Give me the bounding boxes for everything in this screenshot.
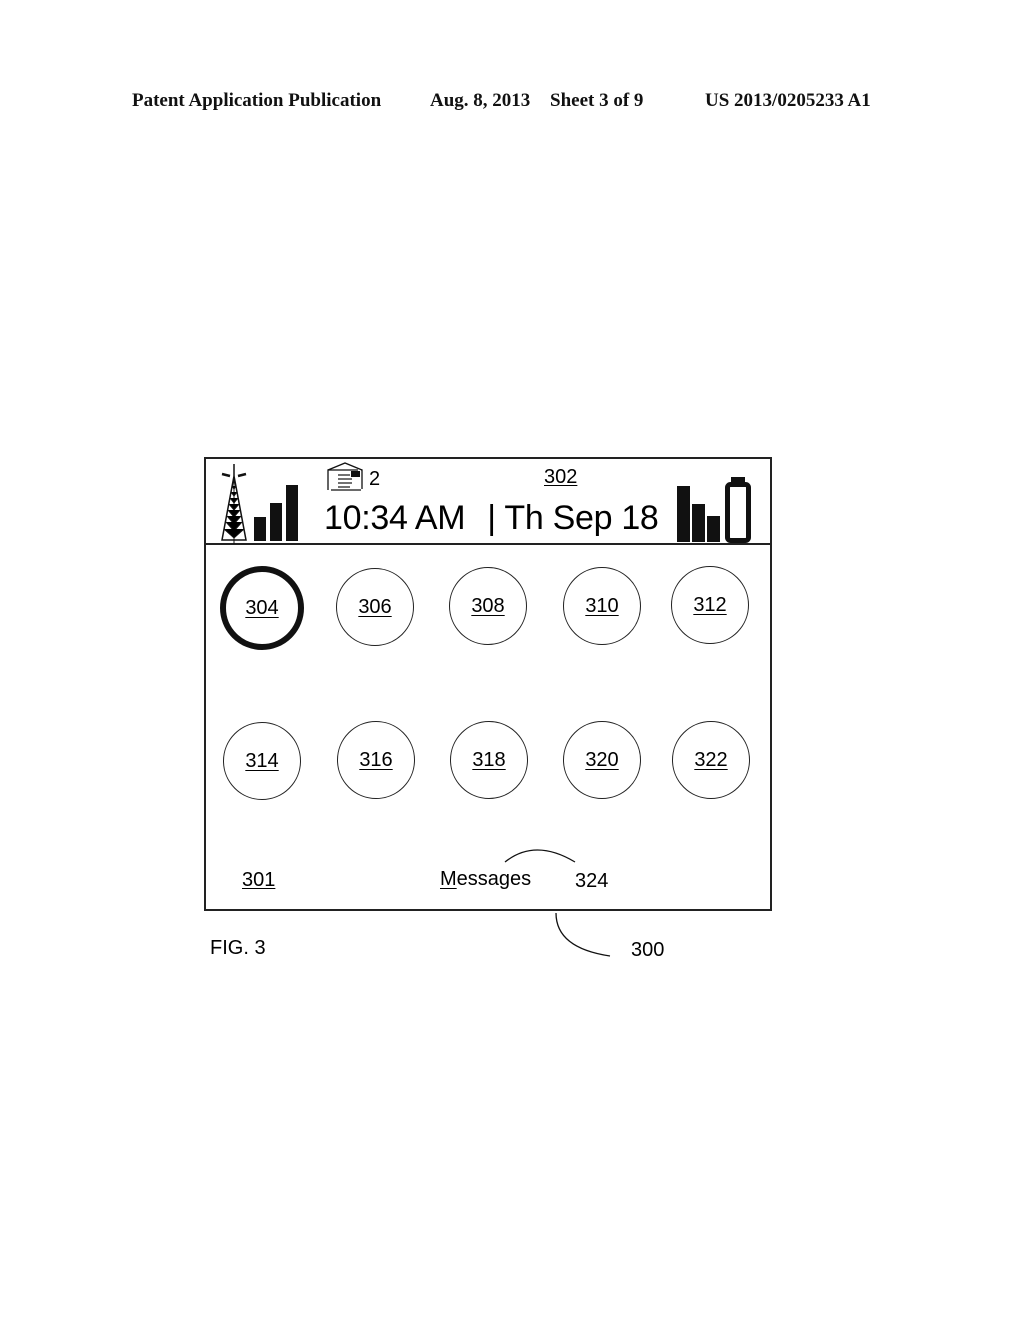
app-icon-316[interactable]: 316 (337, 721, 415, 799)
screen-reference: 301 (242, 869, 276, 891)
publication-number: US 2013/0205233 A1 (705, 90, 871, 111)
app-icon-318[interactable]: 318 (450, 721, 528, 799)
signal-bar-1 (254, 517, 266, 541)
selected-app-reference: 324 (575, 870, 609, 892)
publication-date: Aug. 8, 2013 (430, 90, 531, 111)
selected-app-name-mnemonic: M (440, 868, 457, 890)
app-icon-label: 316 (359, 748, 393, 771)
level-bar-3 (707, 516, 720, 542)
app-icon-label: 306 (358, 595, 392, 618)
clock-date-display: 10:34 AM | Th Sep 18 (324, 499, 659, 538)
app-icon-label: 310 (585, 594, 619, 617)
selected-app-name-rest: essages (456, 868, 532, 890)
figure-label: FIG. 3 (210, 937, 266, 959)
app-icon-label: 312 (693, 593, 727, 616)
app-icon-label: 322 (694, 748, 728, 771)
signal-bar-2 (270, 503, 282, 541)
leader-line-300 (555, 912, 611, 957)
app-icon-314[interactable]: 314 (223, 722, 301, 800)
app-icon-312[interactable]: 312 (671, 566, 749, 644)
app-icon-label: 314 (245, 749, 279, 772)
app-icon-322[interactable]: 322 (672, 721, 750, 799)
app-icon-label: 304 (245, 596, 279, 619)
app-icon-label: 320 (585, 748, 619, 771)
battery-icon (725, 477, 751, 543)
antenna-tower-icon (221, 464, 247, 544)
figure-reference: 300 (631, 939, 665, 961)
device-screen: 2 302 10:34 AM | Th Sep 18 304 306 308 31… (204, 457, 772, 911)
selected-app-name: Messages (440, 868, 531, 891)
envelope-icon[interactable] (326, 462, 364, 492)
app-icon-310[interactable]: 310 (563, 567, 641, 645)
signal-strength-icon (254, 485, 298, 541)
status-bar-reference: 302 (544, 466, 578, 488)
clock-date: Th Sep 18 (504, 499, 659, 537)
clock-separator: | (487, 499, 496, 537)
level-bars-icon (677, 486, 720, 542)
app-icon-304[interactable]: 304 (220, 566, 304, 650)
level-bar-1 (677, 486, 690, 542)
unread-count: 2 (369, 468, 381, 490)
app-icon-306[interactable]: 306 (336, 568, 414, 646)
app-icon-label: 318 (472, 748, 506, 771)
level-bar-2 (692, 504, 705, 542)
signal-bar-3 (286, 485, 298, 541)
clock-time: 10:34 AM (324, 499, 466, 537)
sheet-number: Sheet 3 of 9 (550, 90, 644, 111)
publication-title: Patent Application Publication (132, 90, 382, 111)
publication-header: Patent Application Publication Aug. 8, 2… (0, 88, 1024, 116)
app-icon-320[interactable]: 320 (563, 721, 641, 799)
app-icon-308[interactable]: 308 (449, 567, 527, 645)
status-bar: 2 302 10:34 AM | Th Sep 18 (206, 459, 770, 545)
app-icon-label: 308 (471, 594, 505, 617)
